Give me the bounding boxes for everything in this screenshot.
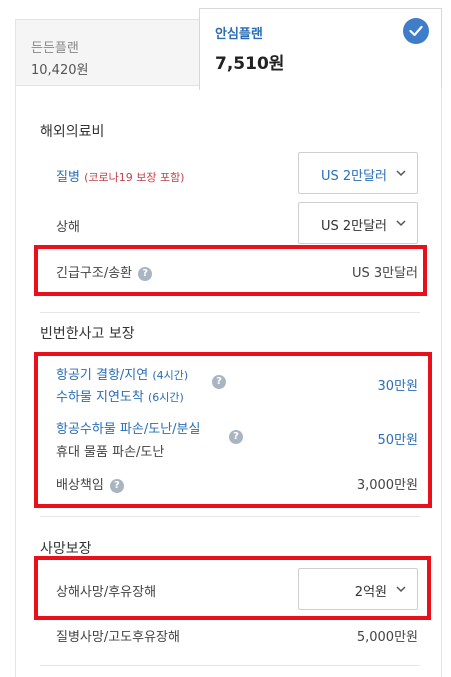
injury-coverage-value: US 2만달러: [320, 219, 387, 234]
divider: [40, 312, 420, 313]
check-icon: [403, 18, 429, 44]
injury-coverage-select[interactable]: US 2만달러: [298, 202, 418, 244]
section-title-frequent: 빈번한사고 보장: [40, 326, 135, 342]
disease-coverage-value: US 2만달러: [320, 169, 387, 184]
highlight-box-frequent: [34, 352, 432, 508]
chevron-down-icon: [396, 220, 406, 227]
highlight-box-death: [34, 556, 431, 620]
divider: [40, 665, 420, 666]
illness-death-value: 5,000만원: [356, 630, 418, 645]
chevron-down-icon: [396, 170, 406, 177]
highlight-box-rescue: [34, 245, 427, 296]
disease-coverage-select[interactable]: US 2만달러: [298, 152, 418, 194]
panel-border-right: [441, 88, 442, 677]
disease-label-text: 질병: [56, 170, 80, 185]
tab-ansim-price: 7,510원: [215, 54, 285, 74]
section-title-death: 사망보장: [40, 541, 92, 557]
disease-note: (코로나19 보장 포함): [84, 171, 185, 184]
section-title-medical: 해외의료비: [40, 124, 105, 140]
panel-border-left: [15, 86, 16, 677]
injury-label: 상해: [56, 220, 80, 235]
tab-ansim-name: 안심플랜: [215, 27, 263, 42]
tab-deundeun-name: 든든플랜: [31, 41, 79, 56]
tab-ansim-plan[interactable]: 안심플랜 7,510원: [199, 8, 442, 90]
illness-death-label: 질병사망/고도후유장해: [56, 630, 180, 645]
disease-label: 질병 (코로나19 보장 포함): [56, 166, 184, 185]
tab-deundeun-price: 10,420원: [31, 63, 89, 78]
tab-deundeun-plan[interactable]: 든든플랜 10,420원: [15, 19, 200, 86]
divider: [40, 516, 420, 517]
